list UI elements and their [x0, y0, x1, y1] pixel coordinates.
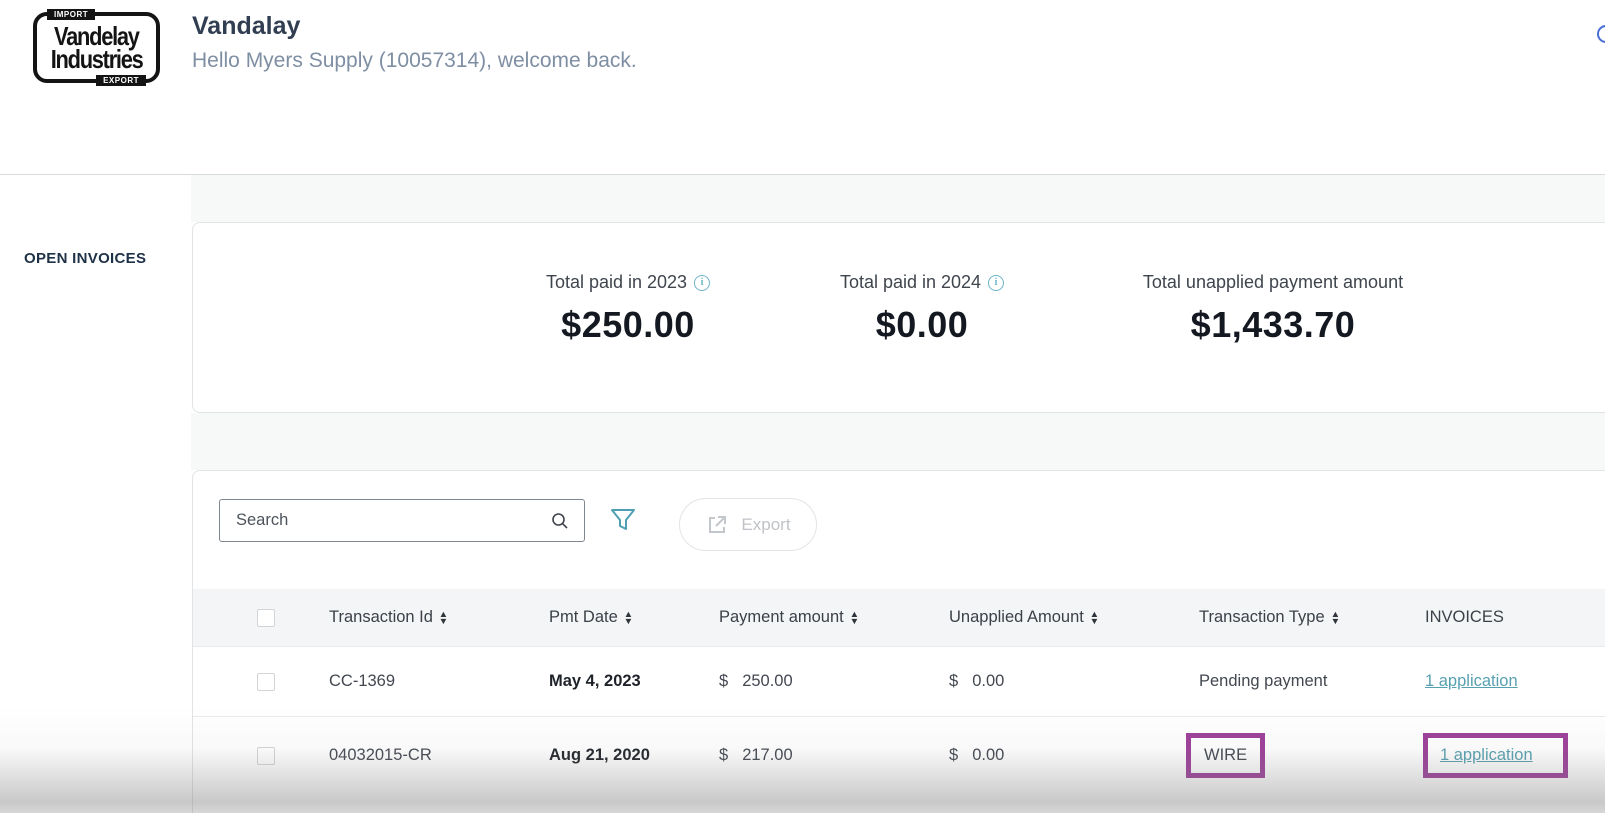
tab-bar: OPEN INVOICES CLOSED INVOICES PAYMENTS P… — [0, 115, 1605, 288]
column-header-payment-amount[interactable]: Payment amount ▲ ▼ — [709, 608, 939, 627]
welcome-message: Hello Myers Supply (10057314), welcome b… — [192, 49, 637, 72]
page-header: IMPORT Vandelay Industries EXPORT Vandal… — [0, 0, 1605, 115]
stat-value: $1,433.70 — [1190, 304, 1356, 345]
sort-icon: ▲ ▼ — [438, 608, 449, 626]
payment-amount-cell: $217.00 — [719, 746, 793, 764]
table-body: CC-1369 May 4, 2023 $250.00 $0.00 Pendin… — [193, 646, 1605, 794]
application-link[interactable]: 1 application — [1440, 746, 1533, 764]
export-label: Export — [741, 514, 791, 534]
tab-open-invoices[interactable]: OPEN INVOICES — [24, 250, 146, 267]
payments-table-card: Export Transaction Id ▲▼ Pmt Date ▲▼ Pay… — [192, 470, 1605, 813]
table-header-row: Transaction Id ▲ ▼ Pmt Date ▲ ▼ Payment am… — [193, 589, 1605, 646]
export-button[interactable]: Export — [679, 498, 817, 551]
transaction-id-cell: 04032015-CR — [329, 746, 432, 764]
search-box — [219, 499, 585, 542]
stat-total-paid-2024: Total paid in 2024 i $0.00 — [839, 272, 1005, 346]
sort-icon: ▲ ▼ — [1330, 608, 1341, 626]
search-icon — [550, 511, 570, 531]
content-background-strip — [191, 175, 1605, 222]
sort-icon: ▲ ▼ — [1089, 608, 1100, 626]
column-header-invoices: INVOICES — [1425, 608, 1504, 626]
column-header-transaction-type[interactable]: Transaction Type ▲ ▼ — [1189, 608, 1415, 627]
select-all-checkbox[interactable] — [257, 608, 275, 627]
stat-value: $250.00 — [561, 304, 695, 345]
payments-portal-page: IMPORT Vandelay Industries EXPORT Vandal… — [0, 0, 1605, 813]
transaction-id-cell: CC-1369 — [329, 672, 396, 690]
pmt-date-cell: May 4, 2023 — [549, 672, 641, 690]
logo-line2: Industries — [50, 43, 144, 74]
unapplied-amount-cell: $0.00 — [949, 746, 1005, 764]
transaction-type-cell: WIRE — [1186, 733, 1415, 778]
payment-amount-cell: $250.00 — [719, 672, 793, 690]
sort-icon: ▲ ▼ — [849, 608, 860, 626]
stat-value: $0.00 — [875, 304, 969, 345]
table-row: 04032015-CR Aug 21, 2020 $217.00 $0.00 W… — [193, 716, 1605, 794]
application-link[interactable]: 1 application — [1425, 672, 1518, 690]
column-header-pmt-date[interactable]: Pmt Date ▲ ▼ — [539, 608, 709, 627]
content-background-strip — [191, 413, 1605, 470]
pmt-date-cell: Aug 21, 2020 — [549, 746, 650, 764]
payment-summary-card: Total paid in 2023 i $250.00 Total paid … — [192, 222, 1605, 413]
clipped-help-icon[interactable] — [1597, 25, 1605, 43]
invoices-cell: 1 application — [1415, 672, 1605, 691]
stat-label: Total unapplied payment amount — [1142, 272, 1404, 292]
stat-total-unapplied: Total unapplied payment amount $1,433.70 — [1143, 272, 1403, 346]
stat-total-paid-2023: Total paid in 2023 i $250.00 — [545, 272, 711, 346]
search-input[interactable] — [220, 511, 550, 530]
table-row: CC-1369 May 4, 2023 $250.00 $0.00 Pendin… — [193, 646, 1605, 716]
logo-export-tag: EXPORT — [96, 75, 146, 86]
transaction-type-cell: Pending payment — [1199, 672, 1328, 690]
column-header-transaction-id[interactable]: Transaction Id ▲ ▼ — [319, 608, 539, 627]
filter-icon[interactable] — [609, 506, 637, 534]
row-checkbox[interactable] — [257, 672, 275, 691]
annotation-box-application-link: 1 application — [1423, 733, 1568, 778]
info-icon[interactable]: i — [988, 274, 1005, 291]
info-icon[interactable]: i — [694, 274, 711, 291]
annotation-box-wire: WIRE — [1186, 733, 1266, 778]
header-select-cell — [193, 608, 319, 627]
stat-label: Total paid in 2023 — [545, 272, 688, 292]
sort-icon: ▲ ▼ — [623, 608, 634, 626]
unapplied-amount-cell: $0.00 — [949, 672, 1005, 690]
column-header-unapplied-amount[interactable]: Unapplied Amount ▲ ▼ — [939, 608, 1189, 627]
row-checkbox[interactable] — [257, 746, 275, 765]
row-select-cell — [193, 746, 319, 765]
stat-label: Total paid in 2024 — [839, 272, 982, 292]
vandelay-industries-logo: IMPORT Vandelay Industries EXPORT — [33, 9, 160, 86]
invoices-cell: 1 application — [1415, 733, 1605, 778]
row-select-cell — [193, 672, 319, 691]
export-icon — [705, 513, 729, 537]
page-title: Vandalay — [192, 12, 301, 40]
logo-import-tag: IMPORT — [47, 9, 96, 20]
